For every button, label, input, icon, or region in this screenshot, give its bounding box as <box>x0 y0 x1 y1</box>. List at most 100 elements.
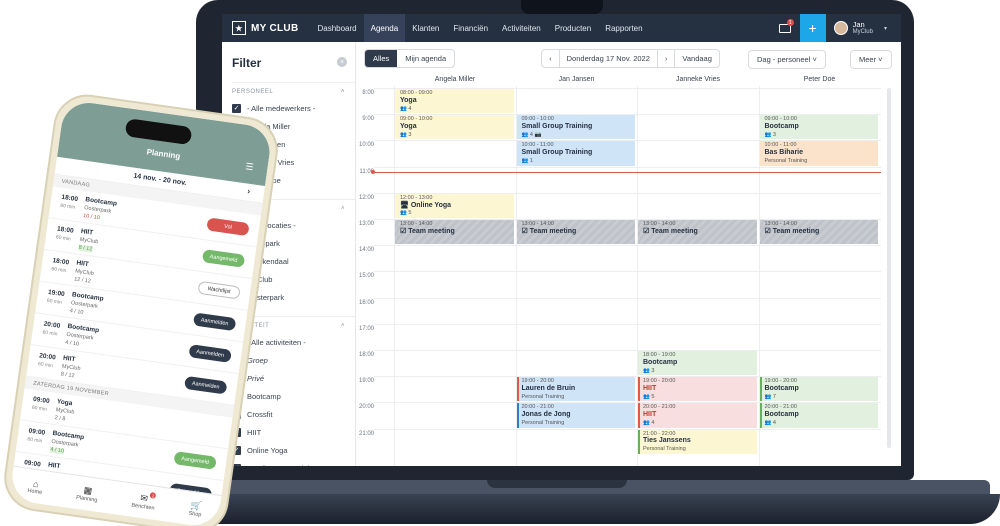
section-label-text: PERSONEEL <box>232 89 274 95</box>
event-time: 10:00 - 11:00 <box>764 142 797 149</box>
filter-icon[interactable]: ☰ <box>245 161 254 173</box>
class-time: 09:00 <box>28 427 46 437</box>
scrollbar[interactable] <box>887 88 891 448</box>
event-time: 08:00 - 09:00 <box>400 90 433 96</box>
laptop-screen: ★ MY CLUB Dashboard Agenda Klanten Finan… <box>222 14 901 466</box>
class-action-button[interactable]: Aanmelden <box>184 375 228 395</box>
today-button[interactable]: Vandaag <box>675 50 718 67</box>
filter-option[interactable]: ✓ - Alle medewerkers - <box>232 99 355 117</box>
class-action-button[interactable]: Aangemeld <box>173 451 217 470</box>
tab-shop[interactable]: 🛒 Shop <box>188 500 203 519</box>
class-action-button[interactable]: Wachtlijst <box>197 280 241 300</box>
event-time: 19:00 - 20:00 <box>521 378 554 385</box>
event-detail: 👥 3 <box>643 367 655 374</box>
event-detail: Personal Training <box>521 393 565 400</box>
nav-activiteiten[interactable]: Activiteiten <box>495 14 548 42</box>
prev-day-button[interactable]: ‹ <box>542 49 560 67</box>
agenda-event[interactable]: 13:00 - 14:00 ☑ Team meeting <box>395 220 514 245</box>
hour-label: 20:00 <box>358 404 374 411</box>
agenda-event[interactable]: 19:00 - 20:00 HIIT 👥 5 <box>638 377 757 402</box>
view-select[interactable]: Dag - personeel ˅ <box>748 50 826 69</box>
agenda-event[interactable]: 09:00 - 10:00 Small Group Training 👥 4 📷 <box>516 115 635 140</box>
hour-gridline <box>374 271 881 273</box>
nav-rapporten[interactable]: Rapporten <box>598 14 649 42</box>
nav-klanten[interactable]: Klanten <box>405 14 446 42</box>
agenda-event[interactable]: 18:00 - 19:00 Bootcamp 👥 3 <box>638 351 757 376</box>
class-capacity: 4 / 10 <box>69 308 84 316</box>
add-button[interactable]: + <box>799 14 826 42</box>
filter-option[interactable]: ✓ Online Yoga <box>232 441 355 459</box>
class-location: MyClub <box>74 268 95 278</box>
mail-badge: 1 <box>786 19 794 26</box>
agenda-event[interactable]: 13:00 - 14:00 ☑ Team meeting <box>516 220 635 245</box>
agenda-event[interactable]: 09:00 - 10:00 Bootcamp 👥 3 <box>759 115 878 140</box>
class-action-button[interactable]: Aangemeld <box>201 249 246 268</box>
agenda-event[interactable]: 19:00 - 20:00 Lauren de Bruin Personal Tra… <box>516 377 635 402</box>
hour-label: 14:00 <box>358 247 374 254</box>
close-icon[interactable]: × <box>337 57 347 67</box>
hour-gridline <box>374 245 881 247</box>
scope-mine-button[interactable]: Mijn agenda <box>397 50 454 67</box>
agenda-event[interactable]: 13:00 - 14:00 ☑ Team meeting <box>759 220 878 245</box>
tab-berichten[interactable]: ✉ Berichten 2 <box>131 492 157 512</box>
current-date[interactable]: Donderdag 17 Nov. 2022 <box>560 49 658 67</box>
tab-label: Home <box>27 487 43 496</box>
column-header: Janneke Vries <box>675 76 721 83</box>
filter-option[interactable]: ✓Crossfit <box>232 405 355 423</box>
checkbox[interactable]: ✓ <box>232 103 241 113</box>
agenda-event[interactable]: 13:00 - 14:00 ☑ Team meeting <box>638 220 757 245</box>
week-range: 14 nov. - 20 nov. <box>132 172 187 188</box>
class-action-button[interactable]: Aanmelden <box>192 312 237 332</box>
nav-dashboard[interactable]: Dashboard <box>310 14 363 42</box>
filter-option[interactable]: ✓Bootcamp <box>232 387 355 405</box>
chevron-down-icon: ▾ <box>883 25 887 32</box>
more-menu[interactable]: Meer ˅ <box>850 50 892 69</box>
filter-option[interactable]: ✓Privé <box>232 369 355 387</box>
filter-option[interactable]: ✓HIIT <box>232 423 355 441</box>
filter-option[interactable]: ✓Small Group Training <box>232 459 355 466</box>
class-action-button[interactable]: Aanmelden <box>188 344 232 363</box>
scope-all-button[interactable]: Alles <box>365 49 398 67</box>
laptop-base <box>130 494 1000 524</box>
event-detail: 👥 4 <box>643 420 655 427</box>
agenda-event[interactable]: 12:00 - 13:00 🖥 Online Yoga 👥 5 <box>395 193 514 218</box>
class-capacity: 10 / 10 <box>82 213 101 222</box>
agenda-event[interactable]: 20:00 - 21:00 Bootcamp 👥 4 <box>759 403 878 428</box>
agenda-event[interactable]: 08:00 - 09:00 Yoga 👥 4 <box>395 89 514 114</box>
event-name: Bootcamp <box>764 123 799 131</box>
brand-logo[interactable]: ★ MY CLUB <box>222 21 310 35</box>
agenda-event[interactable]: 19:00 - 20:00 Bootcamp 👥 7 <box>759 377 878 402</box>
tab-home[interactable]: ⌂ Home <box>27 478 44 496</box>
dynamic-island <box>124 118 193 146</box>
class-duration: 60 min <box>37 361 54 370</box>
class-name: HIIT <box>47 461 61 471</box>
nav-agenda[interactable]: Agenda <box>363 14 406 42</box>
class-location: MyClub <box>55 407 75 416</box>
next-day-button[interactable]: › <box>658 49 676 67</box>
agenda-event[interactable]: 10:00 - 11:00 Bas Biharie Personal Trainin… <box>759 141 878 166</box>
event-time: 19:00 - 20:00 <box>643 378 676 385</box>
chevron-up-icon[interactable]: ˄ <box>341 206 345 212</box>
messages-button[interactable]: 1 <box>770 14 800 42</box>
nav-financien[interactable]: Financiën <box>446 14 495 42</box>
user-menu[interactable]: Jan MyClub ▾ <box>826 20 901 36</box>
agenda-toolbar: Alles Mijn agenda ‹ Donderdag 17 Nov. 20… <box>356 42 901 74</box>
chevron-up-icon[interactable]: ˄ <box>341 323 345 329</box>
tab-planning[interactable]: ▦ Planning <box>76 484 100 504</box>
filter-option[interactable]: ✓Groep <box>232 351 355 369</box>
chevron-up-icon[interactable]: ˄ <box>341 89 345 95</box>
event-detail: Personal Training <box>521 420 565 427</box>
chevron-right-icon[interactable]: › <box>247 187 251 196</box>
agenda-event[interactable]: 20:00 - 21:00 HIIT 👥 4 <box>638 403 757 428</box>
agenda-event[interactable]: 09:00 - 10:00 Yoga 👥 3 <box>395 115 514 140</box>
agenda-event[interactable]: 20:00 - 21:00 Jonas de Jong Personal Train… <box>516 403 635 428</box>
class-duration: 60 min <box>42 329 58 338</box>
filter-option-label: Bootcamp <box>247 391 281 401</box>
agenda-event[interactable]: 21:00 - 22:00 Ties Janssens Personal Train… <box>638 429 757 454</box>
hour-gridline <box>374 428 881 430</box>
class-action-button[interactable]: Vol <box>206 217 250 237</box>
class-time: 20:00 <box>43 320 61 330</box>
event-name: HIIT <box>643 385 657 393</box>
agenda-event[interactable]: 10:00 - 11:00 Small Group Training 👥 1 <box>516 141 635 166</box>
nav-producten[interactable]: Producten <box>548 14 598 42</box>
